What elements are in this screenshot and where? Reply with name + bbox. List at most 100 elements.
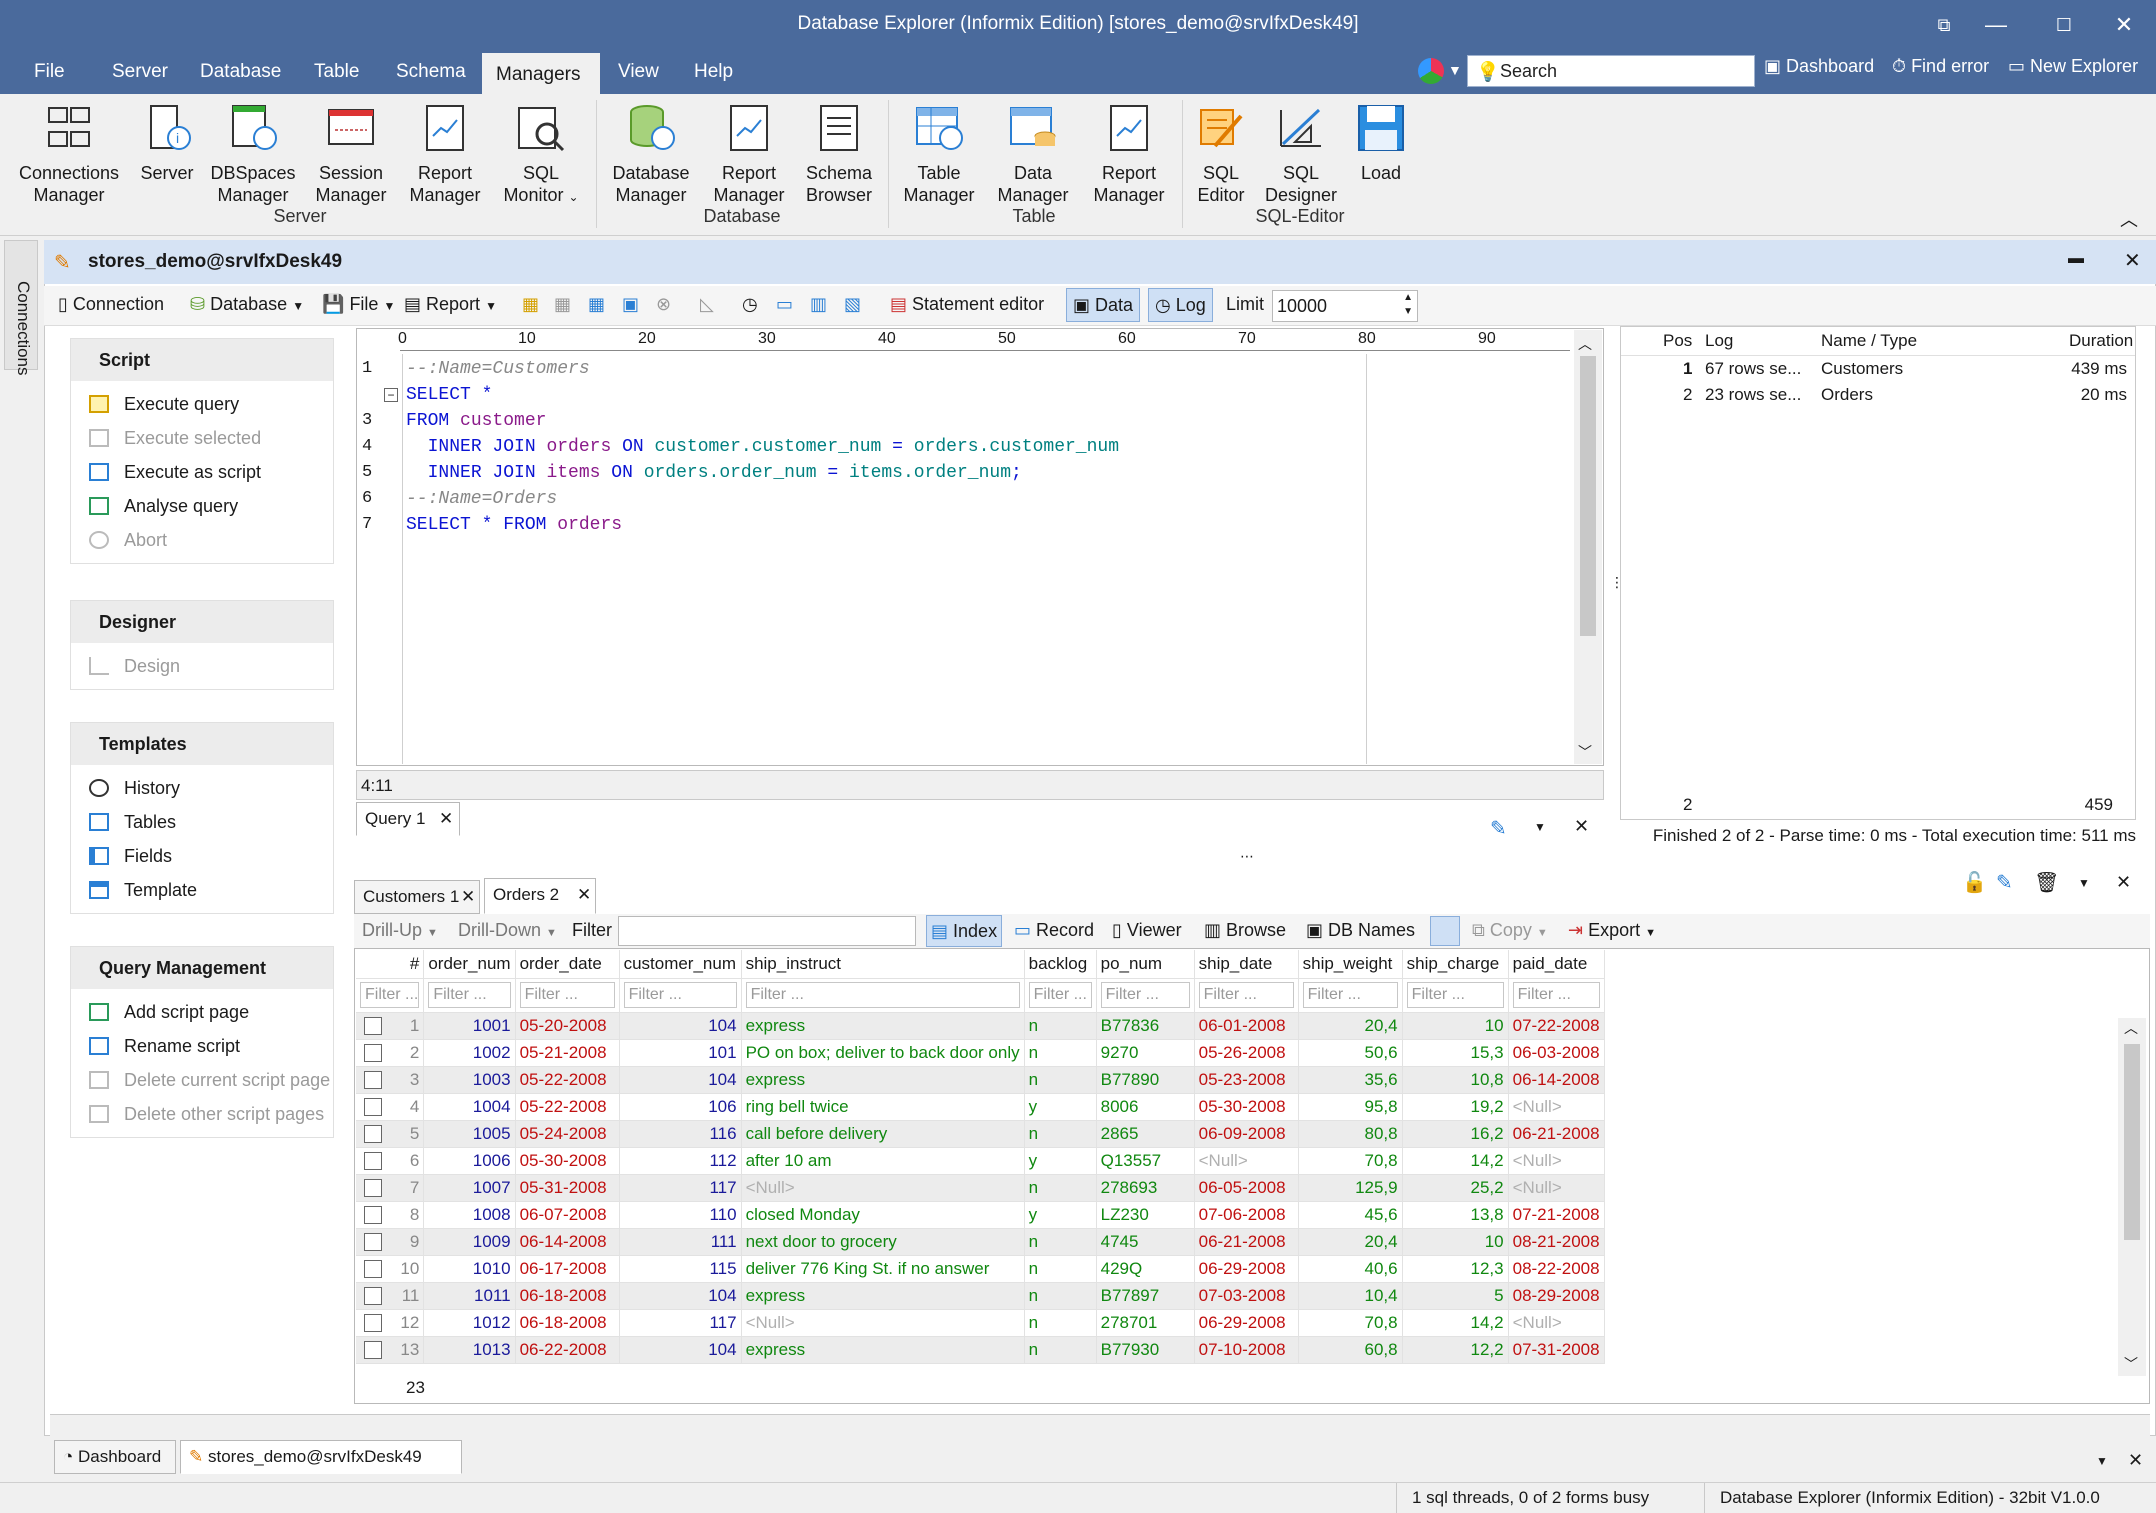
log-header-name[interactable]: Name / Type <box>1821 331 1917 351</box>
filter-cell[interactable]: Filter ... <box>619 978 742 1013</box>
filter-cell[interactable]: Filter ... <box>1096 978 1195 1013</box>
table-cell-shipcharge[interactable]: 16,2 <box>1402 1120 1509 1148</box>
column-header-[interactable]: # <box>356 950 425 979</box>
table-cell-shipinstruct[interactable]: ring bell twice <box>741 1093 1025 1121</box>
row-checkbox[interactable] <box>364 1286 382 1305</box>
table-cell-shipinstruct[interactable]: express <box>741 1336 1025 1364</box>
table-cell-shipdate[interactable]: 05-30-2008 <box>1194 1093 1299 1121</box>
execute-selected-icon[interactable]: ▦ <box>554 294 571 315</box>
chevron-down-icon[interactable]: ▼ <box>1534 820 1546 834</box>
new-explorer-link[interactable]: ▭ New Explorer <box>2008 56 2138 77</box>
filter-cell[interactable]: Filter ... <box>356 978 425 1013</box>
tables-item[interactable]: Tables <box>71 805 333 839</box>
table-cell-paiddate[interactable]: 06-21-2008 <box>1508 1120 1605 1148</box>
sql-monitor-button[interactable]: SQL Monitor ⌄ <box>496 102 586 208</box>
table-cell-[interactable]: 11 <box>356 1282 425 1310</box>
table-cell-shipweight[interactable]: 70,8 <box>1298 1147 1403 1175</box>
table-cell-shipcharge[interactable]: 12,2 <box>1402 1336 1509 1364</box>
chevron-down-icon[interactable]: ▼ <box>2096 1454 2108 1468</box>
scroll-thumb[interactable] <box>1580 356 1596 636</box>
add-script-page-item[interactable]: Add script page <box>71 995 333 1029</box>
filter-cell[interactable]: Filter ... <box>423 978 516 1013</box>
load-button[interactable]: Load <box>1350 102 1412 184</box>
execute-as-script-item[interactable]: Execute as script <box>71 455 333 489</box>
close-document-icon[interactable]: ✕ <box>2124 248 2141 273</box>
menu-table[interactable]: Table <box>300 50 373 94</box>
table-cell-[interactable]: 7 <box>356 1174 425 1202</box>
column-filter-input[interactable]: Filter ... <box>745 982 1020 1008</box>
column-filter-input[interactable]: Filter ... <box>360 982 420 1008</box>
table-cell-ordernum[interactable]: 1004 <box>423 1093 516 1121</box>
table-cell-customernum[interactable]: 110 <box>619 1201 742 1229</box>
report-dropdown[interactable]: ▤ Report ▼ <box>404 294 497 315</box>
abort-icon[interactable]: ⊗ <box>656 294 671 315</box>
table-cell-shipcharge[interactable]: 5 <box>1402 1282 1509 1310</box>
table-cell-backlog[interactable]: y <box>1024 1201 1097 1229</box>
record-button[interactable]: ▭ Record <box>1014 920 1094 941</box>
filter-cell[interactable]: Filter ... <box>741 978 1025 1013</box>
row-checkbox[interactable] <box>364 1097 382 1116</box>
table-cell-orderdate[interactable]: 05-31-2008 <box>515 1174 620 1202</box>
table-cell-paiddate[interactable]: 07-21-2008 <box>1508 1201 1605 1229</box>
row-checkbox[interactable] <box>364 1151 382 1170</box>
drill-up-dropdown[interactable]: Drill-Up ▼ <box>362 920 438 941</box>
lock-icon[interactable]: 🔓 <box>1962 870 1987 895</box>
table-row[interactable]: 3 1003 05-22-2008 104 express n B77890 05-23-20… <box>356 1066 1605 1094</box>
table-cell-ponum[interactable]: 8006 <box>1096 1093 1195 1121</box>
column-header-shipweight[interactable]: ship_weight <box>1298 950 1403 979</box>
table-cell-paiddate[interactable]: 06-14-2008 <box>1508 1066 1605 1094</box>
table-cell-shipdate[interactable]: 06-29-2008 <box>1194 1255 1299 1283</box>
table-cell-[interactable]: 6 <box>356 1147 425 1175</box>
data-manager-button[interactable]: Data Manager <box>990 102 1076 206</box>
table-cell-shipdate[interactable]: 05-23-2008 <box>1194 1066 1299 1094</box>
filter-cell[interactable]: Filter ... <box>1298 978 1403 1013</box>
grid-scrollbar[interactable]: ︿ ﹀ <box>2118 1018 2146 1376</box>
table-cell-ponum[interactable]: Q13557 <box>1096 1147 1195 1175</box>
table-cell-shipinstruct[interactable]: PO on box; deliver to back door only <box>741 1039 1025 1067</box>
export-dropdown[interactable]: ⇥ Export ▼ <box>1568 920 1656 941</box>
template-item[interactable]: Template <box>71 873 333 907</box>
sql-editor[interactable] <box>356 328 1604 766</box>
table-cell-shipweight[interactable]: 50,6 <box>1298 1039 1403 1067</box>
restore-icon[interactable]: ⧉ <box>1924 8 1964 42</box>
table-cell-ordernum[interactable]: 1011 <box>423 1282 516 1310</box>
data-toggle[interactable]: ▣ Data <box>1066 288 1141 322</box>
dbspaces-manager-button[interactable]: DBSpaces Manager <box>208 102 298 206</box>
delete-current-script-page-item[interactable]: Delete current script page <box>71 1063 333 1097</box>
table-cell-shipinstruct[interactable]: <Null> <box>741 1309 1025 1337</box>
table-cell-ponum[interactable]: 429Q <box>1096 1255 1195 1283</box>
column-header-shipdate[interactable]: ship_date <box>1194 950 1299 979</box>
table-cell-orderdate[interactable]: 05-24-2008 <box>515 1120 620 1148</box>
dashboard-link[interactable]: ▣ Dashboard <box>1764 56 1874 77</box>
table-cell-orderdate[interactable]: 05-20-2008 <box>515 1012 620 1040</box>
table-row[interactable]: 4 1004 05-22-2008 106 ring bell twice y 8006 05… <box>356 1093 1605 1121</box>
column-header-paiddate[interactable]: paid_date <box>1508 950 1605 979</box>
minimize-button[interactable]: — <box>1976 8 2016 42</box>
table-cell-shipweight[interactable]: 20,4 <box>1298 1228 1403 1256</box>
table-cell-backlog[interactable]: y <box>1024 1093 1097 1121</box>
table-cell-shipinstruct[interactable]: call before delivery <box>741 1120 1025 1148</box>
table-cell-shipcharge[interactable]: 19,2 <box>1402 1093 1509 1121</box>
table-cell-shipweight[interactable]: 40,6 <box>1298 1255 1403 1283</box>
table-cell-shipweight[interactable]: 20,4 <box>1298 1012 1403 1040</box>
table-cell-shipweight[interactable]: 125,9 <box>1298 1174 1403 1202</box>
row-checkbox[interactable] <box>364 1070 382 1089</box>
filter-input[interactable] <box>618 916 916 946</box>
table-report-manager-button[interactable]: Report Manager <box>1084 102 1174 206</box>
table-cell-[interactable]: 13 <box>356 1336 425 1364</box>
scroll-thumb[interactable] <box>2124 1044 2140 1240</box>
table-cell-shipdate[interactable]: 07-06-2008 <box>1194 1201 1299 1229</box>
table-row[interactable]: 5 1005 05-24-2008 116 call before delivery n 2… <box>356 1120 1605 1148</box>
row-checkbox[interactable] <box>364 1178 382 1197</box>
copy-dropdown[interactable]: ⧉ Copy ▼ <box>1472 920 1548 941</box>
close-tab-icon[interactable]: ✕ <box>439 803 453 835</box>
table-cell-orderdate[interactable]: 06-18-2008 <box>515 1282 620 1310</box>
table-cell-paiddate[interactable]: <Null> <box>1508 1174 1605 1202</box>
menu-server[interactable]: Server <box>98 50 182 94</box>
table-cell-customernum[interactable]: 115 <box>619 1255 742 1283</box>
table-cell-[interactable]: 3 <box>356 1066 425 1094</box>
table-cell-[interactable]: 12 <box>356 1309 425 1337</box>
table-cell-[interactable]: 1 <box>356 1012 425 1040</box>
rename-script-item[interactable]: Rename script <box>71 1029 333 1063</box>
table-cell-shipdate[interactable]: 06-09-2008 <box>1194 1120 1299 1148</box>
